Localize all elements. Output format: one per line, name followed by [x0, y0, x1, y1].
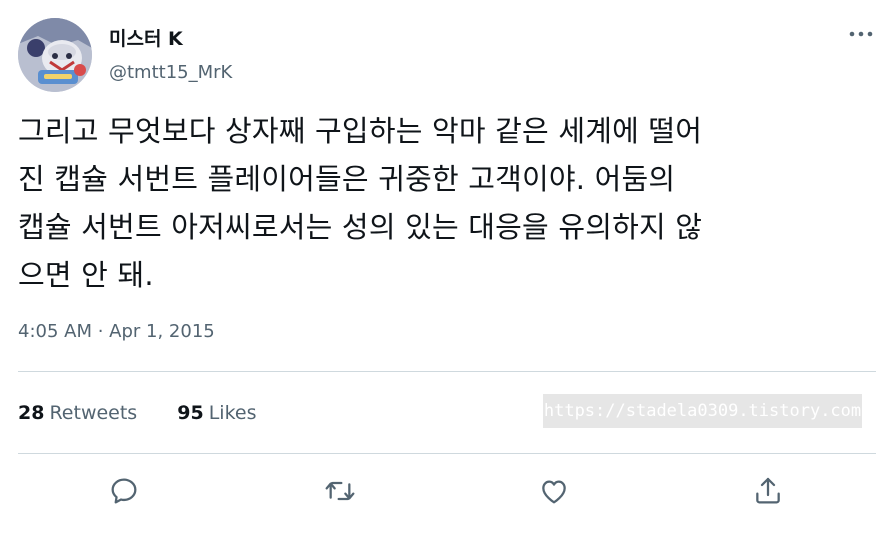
tweet-stats: 28 Retweets 95 Likes	[18, 398, 291, 428]
more-options-button[interactable]	[846, 24, 878, 44]
avatar-image	[18, 18, 92, 92]
share-icon	[756, 477, 780, 504]
reply-button[interactable]	[104, 471, 144, 511]
likes-label: Likes	[208, 402, 257, 424]
display-name[interactable]: 미스터 K	[109, 26, 183, 52]
tweet-text: 그리고 무엇보다 상자째 구입하는 악마 같은 세계에 떨어 진 캡슐 서번트 …	[18, 107, 880, 299]
reply-icon	[111, 478, 137, 504]
retweets-label: Retweets	[49, 402, 138, 424]
likes-stat[interactable]: 95 Likes	[177, 398, 256, 428]
like-button[interactable]	[534, 471, 574, 511]
likes-count: 95	[177, 402, 204, 424]
tweet-line: 진 캡슐 서번트 플레이어들은 귀중한 고객이야. 어둠의	[18, 162, 676, 196]
tweet-line: 으면 안 돼.	[18, 258, 154, 292]
retweets-stat[interactable]: 28 Retweets	[18, 398, 137, 428]
retweet-icon	[325, 481, 355, 501]
retweet-button[interactable]	[320, 471, 360, 511]
tweet-timestamp[interactable]: 4:05 AM · Apr 1, 2015	[18, 318, 215, 346]
more-icon	[849, 31, 873, 37]
divider	[18, 453, 876, 454]
share-button[interactable]	[748, 471, 788, 511]
tweet-line: 그리고 무엇보다 상자째 구입하는 악마 같은 세계에 떨어	[18, 114, 703, 148]
avatar[interactable]	[18, 18, 92, 92]
tweet-line: 캡슐 서번트 아저씨로서는 성의 있는 대응을 유의하지 않	[18, 210, 703, 244]
divider	[18, 371, 876, 372]
watermark: https://stadela0309.tistory.com	[543, 394, 862, 428]
user-handle[interactable]: @tmtt15_MrK	[109, 60, 232, 86]
retweets-count: 28	[18, 402, 45, 424]
like-icon	[542, 480, 566, 504]
